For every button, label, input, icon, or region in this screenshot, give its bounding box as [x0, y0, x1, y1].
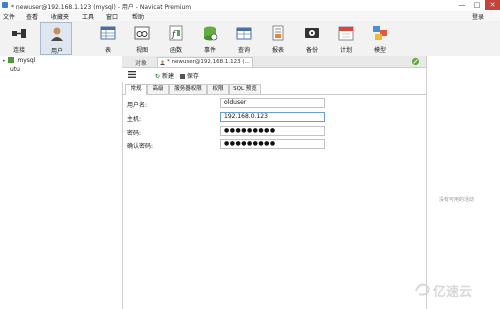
password-field[interactable]: ●●●●●●●●●	[220, 126, 325, 136]
save-button[interactable]: 保存	[180, 71, 199, 80]
tab-newuser-label: * newuser@192.168.1.123 (...	[167, 59, 250, 65]
menu-tools[interactable]: 工具	[82, 12, 94, 21]
query-icon	[236, 27, 252, 40]
no-activity-text: 没有可用的活动	[439, 197, 475, 203]
tree-item-label: utu	[10, 66, 20, 73]
tab-objects[interactable]: 对象	[135, 58, 147, 67]
toolbar-report-button[interactable]: 报表	[262, 22, 294, 55]
toolbar-backup-label: 备份	[305, 47, 318, 54]
model-icon	[373, 26, 387, 40]
confirm-password-field[interactable]: ●●●●●●●●●	[220, 139, 325, 149]
menu-favorites[interactable]: 收藏夹	[51, 12, 69, 21]
user-tab-icon	[160, 60, 165, 65]
watermark-logo-icon	[415, 283, 430, 296]
toolbar-table-label: 表	[104, 47, 111, 54]
toolbar-query-label: 查询	[237, 47, 250, 54]
toolbar-view-button[interactable]: 视图	[126, 22, 158, 55]
menu-bar	[0, 11, 500, 21]
navicat-app-icon	[2, 2, 8, 8]
mysql-connection-icon	[8, 57, 15, 63]
save-icon	[180, 74, 185, 79]
event-icon	[204, 26, 218, 41]
schedule-icon	[338, 26, 354, 41]
menu-view[interactable]: 查看	[26, 12, 38, 21]
confirm-password-label: 确认密码:	[127, 143, 154, 150]
toolbar-backup-button[interactable]: 备份	[296, 22, 328, 55]
expand-arrow-icon[interactable]: ▸	[3, 58, 6, 64]
new-button[interactable]: ↻ 新建	[155, 71, 174, 80]
toolbar-table-button[interactable]: 表	[92, 22, 124, 55]
tree-item-mysql[interactable]: ▸ mysql	[3, 57, 35, 64]
tab-newuser-editor[interactable]: * newuser@192.168.1.123 (...	[157, 57, 253, 67]
password-label: 密码:	[127, 130, 142, 137]
toolbar-event-button[interactable]: 事件	[194, 22, 226, 55]
table-icon	[100, 26, 116, 40]
menu-icon[interactable]	[128, 71, 136, 78]
toolbar-connection-button[interactable]: 连接	[3, 22, 35, 55]
close-button[interactable]: ✕	[485, 0, 500, 10]
host-label: 主机:	[127, 116, 142, 123]
activity-panel	[426, 56, 500, 309]
subtab-advanced[interactable]: 高级	[147, 84, 169, 94]
toolbar-connection-label: 连接	[12, 47, 25, 54]
tree-item-utu[interactable]: utu	[10, 66, 20, 73]
user-icon	[51, 27, 63, 41]
backup-icon	[305, 28, 319, 38]
menu-file[interactable]: 文件	[3, 12, 15, 21]
host-field[interactable]: 192.168.0.123	[220, 112, 325, 122]
username-label: 用户名:	[127, 102, 148, 109]
pin-icon[interactable]	[411, 57, 420, 66]
new-icon: ↻	[155, 73, 161, 80]
toolbar-model-label: 模型	[373, 47, 386, 54]
toolbar-function-label: 函数	[169, 47, 182, 54]
subtab-privileges[interactable]: 权限	[207, 84, 229, 94]
toolbar-schedule-button[interactable]: 计划	[330, 22, 362, 55]
window-title: * newuser@192.168.1.123 (mysql) - 用户 - N…	[11, 4, 192, 11]
function-icon: f	[169, 25, 183, 41]
save-label: 保存	[186, 73, 199, 80]
subtab-sql-preview[interactable]: SQL 预览	[229, 84, 261, 94]
tree-item-label: mysql	[17, 57, 36, 64]
toolbar-schedule-label: 计划	[339, 47, 352, 54]
watermark-text: 亿速云	[433, 285, 473, 300]
report-icon	[272, 25, 284, 41]
connection-icon	[12, 29, 26, 38]
view-icon	[134, 26, 150, 40]
toolbar-model-button[interactable]: 模型	[364, 22, 396, 55]
menu-window[interactable]: 窗口	[106, 12, 118, 21]
new-label: 新建	[161, 73, 174, 80]
login-link[interactable]: 登录	[472, 12, 484, 21]
toolbar-user-label: 用户	[50, 48, 63, 55]
minimize-button[interactable]: —	[455, 0, 469, 10]
toolbar-query-button[interactable]: 查询	[228, 22, 260, 55]
username-field[interactable]: olduser	[220, 98, 325, 108]
toolbar-event-label: 事件	[203, 47, 216, 54]
toolbar-user-button[interactable]: 用户	[40, 22, 72, 55]
maximize-button[interactable]: □	[470, 0, 484, 10]
subtab-general[interactable]: 常规	[125, 84, 147, 95]
menu-help[interactable]: 帮助	[132, 12, 144, 21]
connection-tree-panel	[0, 56, 123, 309]
toolbar-function-button[interactable]: f 函数	[160, 22, 192, 55]
toolbar-report-label: 报表	[271, 47, 284, 54]
toolbar-view-label: 视图	[135, 47, 148, 54]
subtab-server-privileges[interactable]: 服务器权限	[169, 84, 207, 94]
